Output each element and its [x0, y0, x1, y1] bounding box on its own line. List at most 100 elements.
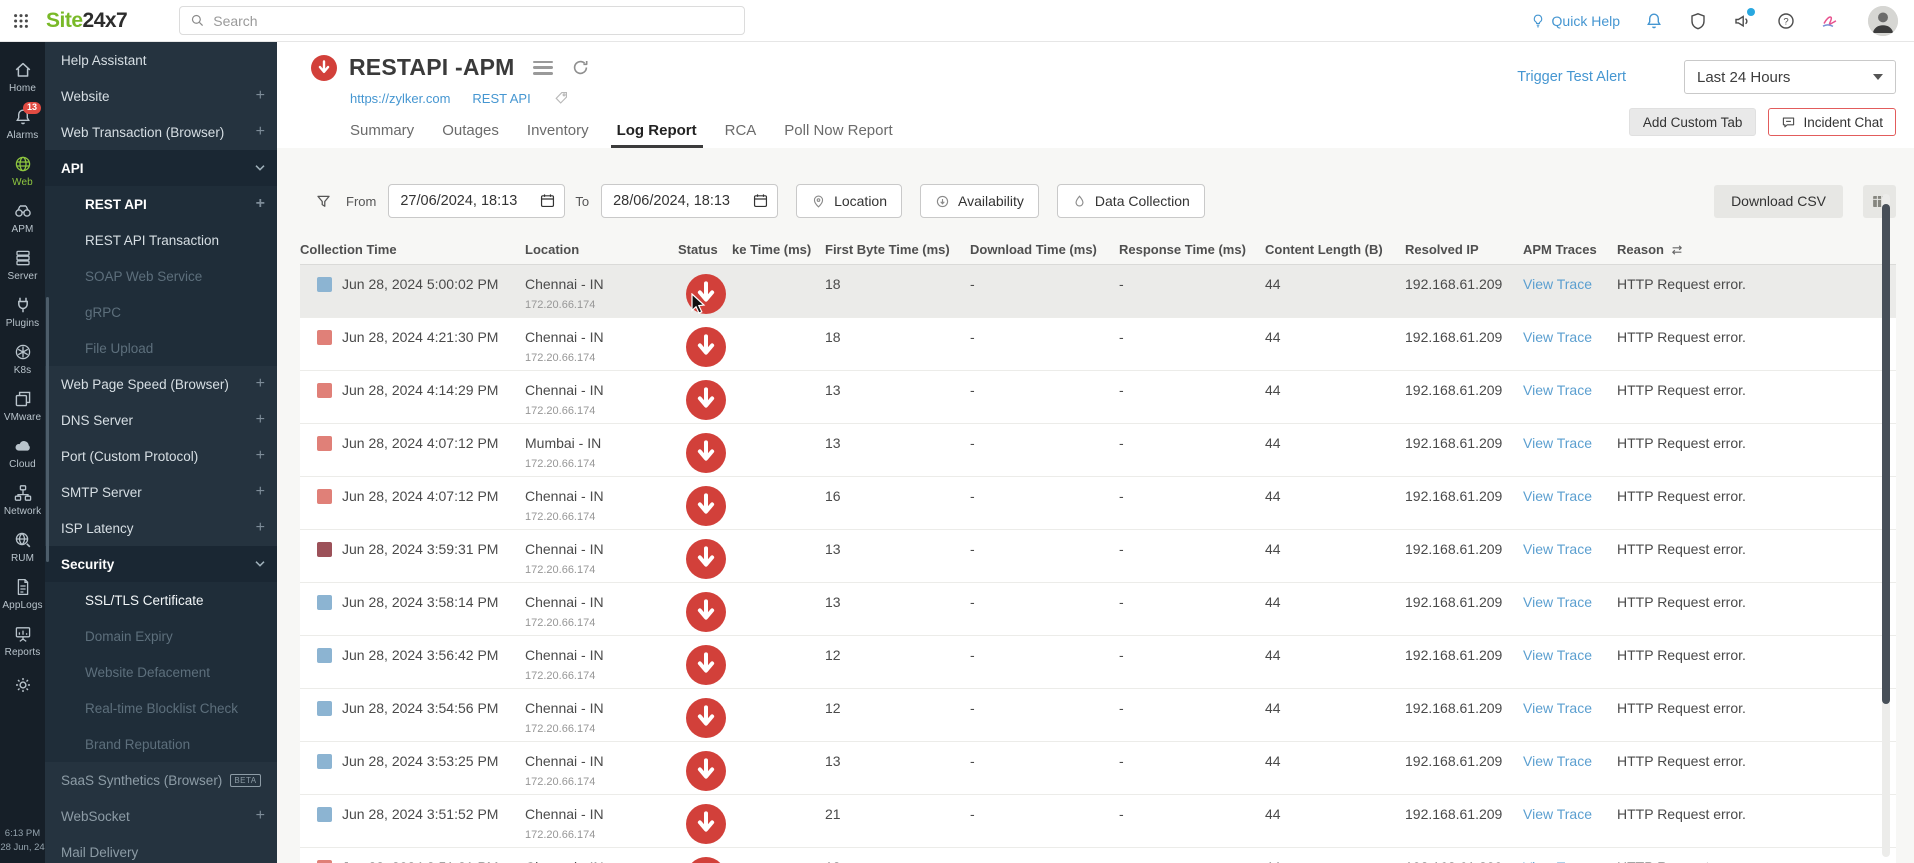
table-row[interactable]: Jun 28, 2024 5:00:02 PM Chennai - IN 172… — [300, 265, 1896, 318]
table-scrollbar-thumb[interactable] — [1882, 204, 1890, 704]
table-row[interactable]: Jun 28, 2024 4:14:29 PM Chennai - IN 172… — [300, 371, 1896, 424]
sidebar-item[interactable]: gRPC — [45, 294, 277, 330]
column-header[interactable]: First Byte Time (ms) — [825, 236, 970, 264]
column-header[interactable]: Reason — [1617, 236, 1896, 264]
rail-item[interactable]: Reports — [0, 618, 45, 665]
column-header[interactable]: Content Length (B) — [1265, 236, 1405, 264]
table-row[interactable]: Jun 28, 2024 4:07:12 PM Chennai - IN 172… — [300, 477, 1896, 530]
sidebar-item[interactable]: Security — [45, 546, 277, 582]
table-row[interactable]: Jun 28, 2024 3:54:56 PM Chennai - IN 172… — [300, 689, 1896, 742]
table-row[interactable]: Jun 28, 2024 3:51:21 PM Chennai - IN 172… — [300, 848, 1896, 863]
view-trace-link[interactable]: View Trace — [1523, 848, 1617, 863]
download-csv-button[interactable]: Download CSV — [1714, 184, 1843, 218]
sidebar-item[interactable]: Website Defacement — [45, 654, 277, 690]
table-row[interactable]: Jun 28, 2024 3:59:31 PM Chennai - IN 172… — [300, 530, 1896, 583]
plus-icon[interactable] — [256, 375, 265, 393]
sidebar-item[interactable]: WebSocket — [45, 798, 277, 834]
column-header[interactable]: Response Time (ms) — [1119, 236, 1265, 264]
availability-filter-button[interactable]: Availability — [920, 184, 1039, 218]
sidebar-item[interactable]: API — [45, 150, 277, 186]
sidebar-item[interactable]: Mail Delivery — [45, 834, 277, 863]
quick-help-link[interactable]: Quick Help — [1530, 13, 1620, 29]
table-row[interactable]: Jun 28, 2024 3:58:14 PM Chennai - IN 172… — [300, 583, 1896, 636]
monitor-url-link[interactable]: https://zylker.com — [350, 91, 450, 106]
view-trace-link[interactable]: View Trace — [1523, 530, 1617, 557]
view-trace-link[interactable]: View Trace — [1523, 689, 1617, 716]
sidebar-item[interactable]: SSL/TLS Certificate — [45, 582, 277, 618]
site24x7-logo[interactable]: Site24x7 — [46, 9, 128, 33]
add-custom-tab-button[interactable]: Add Custom Tab — [1628, 108, 1757, 136]
column-header[interactable]: Download Time (ms) — [970, 236, 1119, 264]
help-icon[interactable]: ? — [1776, 11, 1796, 31]
tab[interactable]: Inventory — [527, 122, 589, 148]
column-header[interactable]: Resolved IP — [1405, 236, 1523, 264]
apps-grid-icon[interactable] — [12, 12, 30, 30]
column-header[interactable]: Status — [678, 236, 732, 264]
plus-icon[interactable] — [256, 411, 265, 429]
data-collection-filter-button[interactable]: Data Collection — [1056, 184, 1205, 218]
user-avatar[interactable] — [1868, 5, 1898, 36]
rail-item[interactable]: Network — [0, 477, 45, 524]
rail-item[interactable]: VMware — [0, 383, 45, 430]
view-trace-link[interactable]: View Trace — [1523, 424, 1617, 451]
sort-filter-icon[interactable] — [1670, 243, 1684, 257]
sidebar-item[interactable]: Brand Reputation — [45, 726, 277, 762]
column-header[interactable]: ke Time (ms) — [732, 236, 825, 264]
sidebar-scrollbar[interactable] — [46, 297, 49, 562]
sidebar-item[interactable]: Web Page Speed (Browser) — [45, 366, 277, 402]
announcements-icon[interactable] — [1732, 7, 1755, 31]
notifications-bell-icon[interactable] — [1644, 11, 1664, 31]
table-row[interactable]: Jun 28, 2024 3:51:52 PM Chennai - IN 172… — [300, 795, 1896, 848]
chevron-down-icon[interactable] — [255, 561, 265, 568]
hamburger-menu-icon[interactable] — [532, 60, 553, 75]
rail-settings[interactable] — [0, 669, 45, 702]
view-trace-link[interactable]: View Trace — [1523, 583, 1617, 610]
tab[interactable]: RCA — [725, 122, 757, 148]
trigger-test-alert-link[interactable]: Trigger Test Alert — [1517, 69, 1626, 85]
column-header[interactable]: Location — [525, 236, 678, 264]
view-trace-link[interactable]: View Trace — [1523, 265, 1617, 292]
column-header[interactable]: APM Traces — [1523, 236, 1617, 264]
plus-icon[interactable] — [256, 195, 265, 213]
rail-item[interactable]: K8s — [0, 336, 45, 383]
view-trace-link[interactable]: View Trace — [1523, 795, 1617, 822]
table-row[interactable]: Jun 28, 2024 4:21:30 PM Chennai - IN 172… — [300, 318, 1896, 371]
column-settings-button[interactable] — [1863, 184, 1896, 218]
sidebar-item[interactable]: Web Transaction (Browser) — [45, 114, 277, 150]
rail-item[interactable]: Cloud — [0, 430, 45, 477]
sidebar-item[interactable]: File Upload — [45, 330, 277, 366]
sidebar-item[interactable]: Real-time Blocklist Check — [45, 690, 277, 726]
monitor-type-link[interactable]: REST API — [472, 91, 530, 106]
refresh-icon[interactable] — [571, 58, 590, 77]
sidebar-item[interactable]: SMTP Server — [45, 474, 277, 510]
rail-item[interactable]: Web — [0, 148, 45, 195]
tab[interactable]: Poll Now Report — [784, 122, 892, 148]
time-range-select[interactable]: Last 24 Hours — [1684, 60, 1896, 94]
shield-icon[interactable] — [1688, 11, 1708, 31]
view-trace-link[interactable]: View Trace — [1523, 477, 1617, 504]
location-filter-button[interactable]: Location — [796, 184, 903, 218]
from-date-input[interactable] — [388, 184, 566, 218]
sidebar-item[interactable]: Domain Expiry — [45, 618, 277, 654]
plus-icon[interactable] — [256, 87, 265, 105]
rail-item[interactable]: APM — [0, 195, 45, 242]
filter-funnel-icon[interactable] — [315, 193, 332, 210]
chevron-down-icon[interactable] — [255, 165, 265, 172]
view-trace-link[interactable]: View Trace — [1523, 371, 1617, 398]
rail-item[interactable]: RUM — [0, 524, 45, 571]
plus-icon[interactable] — [256, 519, 265, 537]
table-row[interactable]: Jun 28, 2024 3:56:42 PM Chennai - IN 172… — [300, 636, 1896, 689]
plus-icon[interactable] — [256, 807, 265, 825]
rail-item[interactable]: Server — [0, 242, 45, 289]
rail-item[interactable]: AppLogs — [0, 571, 45, 618]
sidebar-item[interactable]: SaaS Synthetics (Browser) BETA — [45, 762, 277, 798]
column-header[interactable]: Collection Time — [300, 236, 525, 264]
table-row[interactable]: Jun 28, 2024 3:53:25 PM Chennai - IN 172… — [300, 742, 1896, 795]
view-trace-link[interactable]: View Trace — [1523, 742, 1617, 769]
sidebar-item[interactable]: ISP Latency — [45, 510, 277, 546]
search-input[interactable] — [213, 12, 735, 29]
sidebar-item[interactable]: DNS Server — [45, 402, 277, 438]
sidebar-item[interactable]: REST API — [45, 186, 277, 222]
incident-chat-button[interactable]: Incident Chat — [1768, 108, 1896, 136]
to-date-input[interactable] — [601, 184, 779, 218]
